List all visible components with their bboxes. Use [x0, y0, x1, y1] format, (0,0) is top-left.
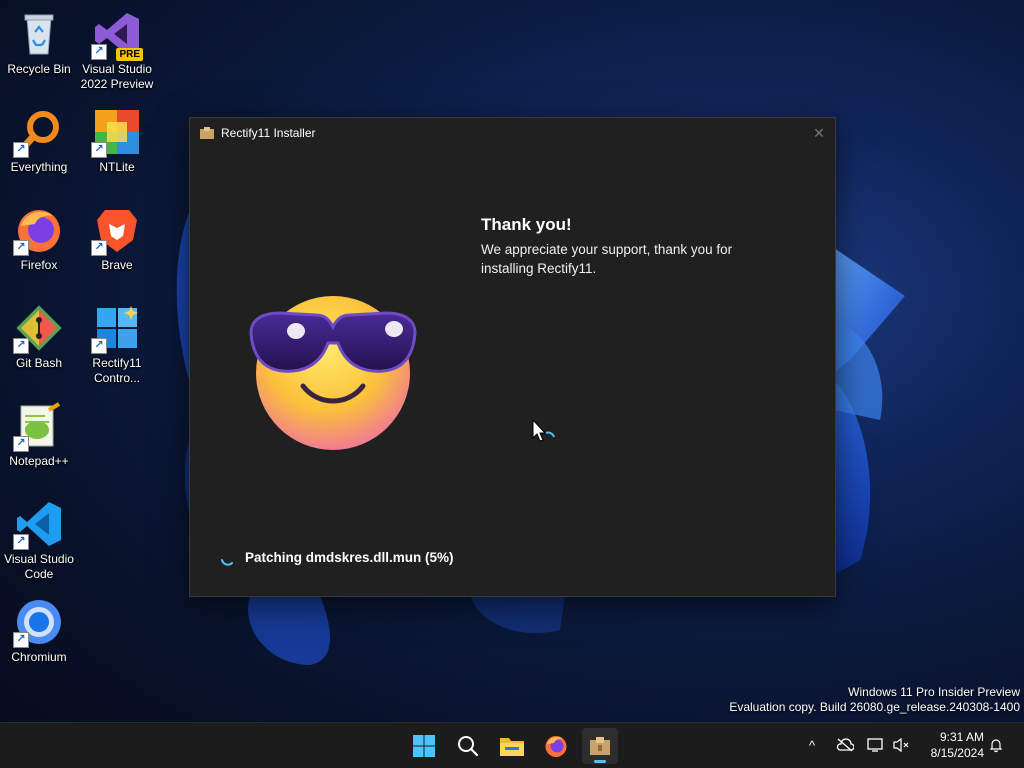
- start-icon: [413, 735, 435, 757]
- shortcut-arrow-icon: ↗: [13, 632, 29, 648]
- desktop-icon-notepad-plus-plus[interactable]: ↗ Notepad++: [0, 396, 78, 488]
- desktop-icon-everything[interactable]: ↗ Everything: [0, 102, 78, 194]
- volume-muted-icon[interactable]: [892, 735, 912, 755]
- progress-spinner-icon: [221, 559, 233, 566]
- show-hidden-icons-button[interactable]: ^: [802, 735, 822, 755]
- close-button[interactable]: ✕: [811, 125, 827, 141]
- installer-icon: [590, 737, 610, 755]
- desktop-icon-label: Recycle Bin: [7, 62, 71, 76]
- ntlite-icon: ↗: [91, 108, 141, 158]
- shortcut-arrow-icon: ↗: [13, 142, 29, 158]
- preview-badge: PRE: [116, 48, 143, 61]
- desktop-icon-label: Chromium: [11, 650, 67, 664]
- shortcut-arrow-icon: ↗: [13, 436, 29, 452]
- system-clock[interactable]: 9:31 AM 8/15/2024: [931, 729, 984, 761]
- installer-taskbar-button[interactable]: [582, 728, 618, 764]
- thank-you-message: We appreciate your support, thank you fo…: [481, 242, 733, 276]
- vscode-icon: ↗: [13, 500, 63, 550]
- desktop-icon-firefox[interactable]: ↗ Firefox: [0, 200, 78, 292]
- recycle-bin-icon: [15, 10, 63, 58]
- desktop-icon-label: Rectify11 Contro...: [92, 356, 142, 385]
- shortcut-arrow-icon: ↗: [13, 240, 29, 256]
- installer-titlebar[interactable]: Rectify11 Installer: [190, 118, 835, 148]
- file-explorer-icon: [500, 738, 524, 756]
- visual-studio-preview-icon: PRE ↗: [91, 10, 143, 61]
- installer-window[interactable]: Rectify11 Installer ✕ Thank you! We appr…: [189, 117, 836, 597]
- desktop-icon-label: Firefox: [20, 258, 58, 272]
- busy-cursor-icon: [532, 419, 555, 442]
- desktop-icon-label: Visual Studio Code: [4, 552, 74, 581]
- firefox-taskbar-button[interactable]: [538, 728, 574, 764]
- desktop-icon-visual-studio-2022-preview[interactable]: PRE ↗ Visual Studio 2022 Preview: [78, 4, 156, 96]
- desktop-icon-brave[interactable]: ↗ Brave: [78, 200, 156, 292]
- desktop-icon-label: Notepad++: [9, 454, 69, 468]
- desktop-icon-label: Brave: [101, 258, 133, 272]
- clock-time: 9:31 AM: [939, 730, 984, 744]
- watermark-edition: Windows 11 Pro Insider Preview: [848, 685, 1020, 699]
- shortcut-arrow-icon: ↗: [91, 142, 107, 158]
- desktop-icon-label: Git Bash: [15, 356, 63, 370]
- notification-bell-icon[interactable]: [986, 735, 1006, 755]
- shortcut-arrow-icon: ↗: [13, 338, 29, 354]
- installer-box-icon: [200, 127, 214, 139]
- brave-lion-icon: ↗: [91, 206, 141, 256]
- file-explorer-button[interactable]: [494, 728, 530, 764]
- installer-title: Rectify11 Installer: [221, 126, 316, 140]
- desktop-icon-label: NTLite: [99, 160, 135, 174]
- desktop-icon-visual-studio-code[interactable]: ↗ Visual Studio Code: [0, 494, 78, 586]
- desktop-icon-label: Visual Studio 2022 Preview: [80, 62, 154, 91]
- evaluation-watermark: Windows 11 Pro Insider Preview Evaluatio…: [729, 685, 1020, 715]
- shortcut-arrow-icon: ↗: [91, 44, 107, 60]
- start-button[interactable]: [406, 728, 442, 764]
- everything-search-icon: ↗: [13, 108, 63, 158]
- taskbar: ^ 9:31 AM 8/15/2024: [0, 722, 1024, 768]
- thank-you-heading: Thank you!: [481, 215, 572, 234]
- git-bash-icon: ↗: [13, 304, 63, 354]
- onedrive-offline-icon[interactable]: [835, 735, 855, 755]
- clock-date: 8/15/2024: [930, 746, 984, 760]
- desktop-icon-recycle-bin[interactable]: Recycle Bin: [0, 4, 78, 96]
- desktop-icon-label: Everything: [10, 160, 68, 174]
- rectify11-control-icon: ↗: [91, 304, 141, 354]
- patch-status-text: Patching dmdskres.dll.mun (5%): [245, 550, 454, 565]
- shortcut-arrow-icon: ↗: [91, 338, 107, 354]
- watermark-build: Evaluation copy. Build 26080.ge_release.…: [729, 700, 1020, 714]
- desktop-icon-git-bash[interactable]: ↗ Git Bash: [0, 298, 78, 390]
- search-button[interactable]: [450, 728, 486, 764]
- desktop-icon-chromium[interactable]: ↗ Chromium: [0, 592, 78, 684]
- firefox-icon: [545, 736, 567, 757]
- chromium-icon: ↗: [13, 598, 63, 648]
- desktop-icon-rectify11-control[interactable]: ↗ Rectify11 Contro...: [78, 298, 156, 390]
- network-icon[interactable]: [866, 735, 886, 755]
- search-icon: [458, 736, 479, 757]
- active-app-indicator: [594, 760, 606, 763]
- notepad-plus-plus-icon: ↗: [13, 402, 63, 452]
- smiling-face-with-sunglasses-icon: [249, 296, 417, 450]
- firefox-icon: ↗: [13, 206, 63, 256]
- desktop-icon-ntlite[interactable]: ↗ NTLite: [78, 102, 156, 194]
- shortcut-arrow-icon: ↗: [13, 534, 29, 550]
- shortcut-arrow-icon: ↗: [91, 240, 107, 256]
